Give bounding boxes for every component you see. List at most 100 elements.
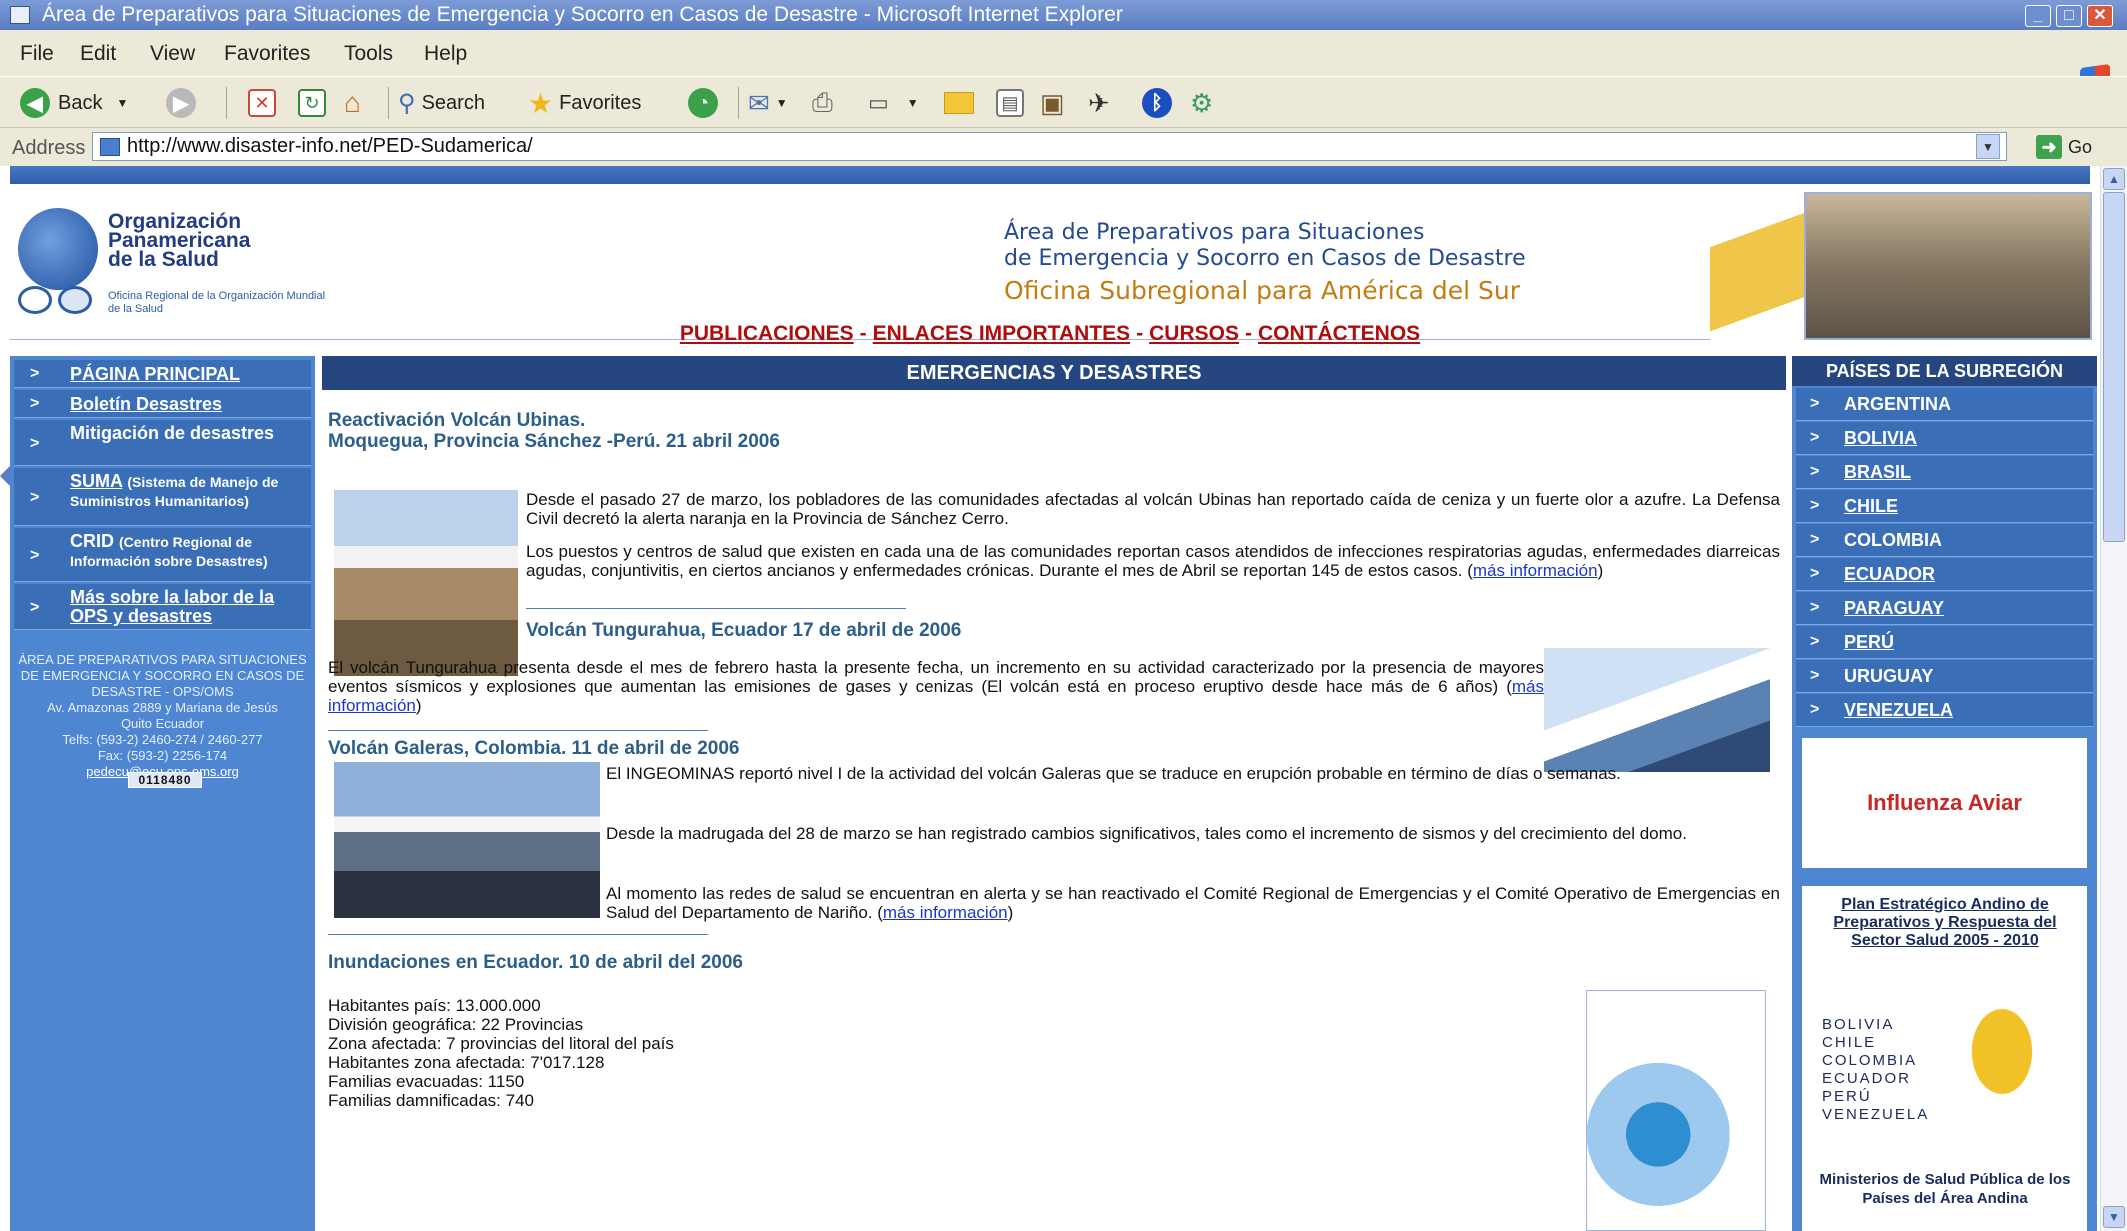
ops-globe-logo	[18, 208, 98, 290]
country-label[interactable]: ECUADOR	[1844, 564, 1935, 584]
menu-view[interactable]: View	[150, 42, 195, 66]
chevron-right-icon: >	[1810, 633, 1820, 650]
sidebar-item-pagina-principal[interactable]: > PÁGINA PRINCIPAL	[14, 360, 311, 388]
sidebar-item-mas-labor[interactable]: > Más sobre la labor de la OPS y desastr…	[14, 584, 311, 630]
plan-andino-banner[interactable]: Plan Estratégico Andino de Preparativos …	[1802, 886, 2087, 1231]
messenger-icon: ✈	[1088, 87, 1110, 118]
country-peru[interactable]: > PERÚ	[1796, 626, 2093, 659]
influenza-aviar-banner[interactable]: Influenza Aviar	[1802, 738, 2087, 868]
sidebar-item-label[interactable]: SUMA	[70, 471, 122, 491]
nav-enlaces[interactable]: ENLACES IMPORTANTES	[873, 322, 1130, 345]
news3-title: Volcán Galeras, Colombia. 11 de abril de…	[328, 738, 740, 759]
search-button[interactable]: ⚲ Search	[398, 85, 485, 121]
minimize-button[interactable]: _	[2025, 5, 2051, 27]
chevron-right-icon: >	[1810, 531, 1820, 548]
home-button[interactable]: ⌂	[344, 85, 361, 121]
bluetooth-icon: ᛒ	[1142, 88, 1172, 118]
messenger-button[interactable]: ✈	[1088, 85, 1110, 121]
research-button[interactable]: ▣	[1040, 85, 1065, 121]
mail-icon: ✉	[748, 87, 770, 118]
country-uruguay[interactable]: > URUGUAY	[1796, 660, 2093, 693]
folder-button[interactable]	[944, 85, 974, 121]
mail-button[interactable]: ✉ ▼	[748, 85, 788, 121]
scroll-down-icon[interactable]: ▼	[2103, 1206, 2125, 1228]
org-subtitle: Oficina Regional de la Organización Mund…	[108, 290, 326, 315]
favorites-button[interactable]: ★ Favorites	[528, 85, 641, 121]
site-header: Organización Panamericana de la Salud Of…	[10, 184, 2092, 340]
country-colombia[interactable]: > COLOMBIA	[1796, 524, 2093, 557]
sidebar-item-label[interactable]: PÁGINA PRINCIPAL	[70, 364, 240, 384]
sidebar-item-suma[interactable]: > SUMA (Sistema de Manejo de Suministros…	[14, 468, 311, 526]
go-button[interactable]: ➜ Go	[2036, 134, 2092, 160]
address-dropdown-icon[interactable]: ▼	[1976, 134, 2000, 159]
nav-publicaciones[interactable]: PUBLICACIONES	[680, 322, 854, 345]
scroll-up-icon[interactable]: ▲	[2103, 168, 2125, 190]
edit-dropdown-icon[interactable]: ▼	[907, 96, 919, 110]
country-label[interactable]: BRASIL	[1844, 462, 1911, 482]
chevron-right-icon: >	[30, 395, 40, 412]
back-dropdown-icon[interactable]: ▼	[116, 96, 128, 110]
menu-help[interactable]: Help	[424, 42, 467, 66]
menu-file[interactable]: File	[20, 42, 54, 66]
sidebar-item-label[interactable]: Más sobre la labor de la OPS y desastres	[70, 587, 274, 626]
address-bar: Address ▼ ➜ Go	[0, 128, 2127, 166]
header-title-line1: Área de Preparativos para Situaciones	[1004, 220, 1425, 245]
back-button[interactable]: ◀ Back ▼	[20, 85, 128, 121]
nav-contactenos[interactable]: CONTÁCTENOS	[1258, 322, 1420, 345]
home-icon: ⌂	[344, 87, 361, 118]
who-seal-logo	[58, 286, 92, 314]
org-name: Organización Panamericana de la Salud	[108, 211, 348, 270]
country-label[interactable]: CHILE	[1844, 496, 1898, 516]
close-button[interactable]: ✕	[2087, 5, 2113, 27]
country-label[interactable]: BOLIVIA	[1844, 428, 1917, 448]
country-brasil[interactable]: > BRASIL	[1796, 456, 2093, 489]
vertical-scrollbar[interactable]: ▲ ▼	[2100, 166, 2127, 1231]
chevron-right-icon: >	[1810, 395, 1820, 412]
refresh-button[interactable]: ↻	[298, 85, 326, 121]
nav-cursos[interactable]: CURSOS	[1149, 322, 1239, 345]
tools-extra-button[interactable]: ⚙	[1190, 85, 1213, 121]
scroll-thumb[interactable]	[2103, 192, 2125, 542]
news4-fact: Familias damnificadas: 740	[328, 1091, 534, 1110]
right-sidebar: PAÍSES DE LA SUBREGIÓN > ARGENTINA > BOL…	[1792, 356, 2097, 1231]
news4-fact: Familias evacuadas: 1150	[328, 1072, 525, 1091]
history-button[interactable]: ◔	[688, 85, 718, 121]
print-button[interactable]: ⎙	[812, 85, 833, 121]
bluetooth-button[interactable]: ᛒ	[1142, 85, 1172, 121]
plan-title[interactable]: Plan Estratégico Andino de Preparativos …	[1810, 896, 2080, 950]
sidebar-item-label[interactable]: Boletín Desastres	[70, 394, 222, 414]
forward-arrow-icon: ▶	[166, 88, 196, 118]
page-button[interactable]: ▤	[996, 85, 1024, 121]
mail-dropdown-icon[interactable]: ▼	[776, 96, 788, 110]
news3-more-link[interactable]: más información	[883, 903, 1008, 922]
forward-button[interactable]: ▶	[166, 85, 196, 121]
window-titlebar: Área de Preparativos para Situaciones de…	[0, 0, 2127, 30]
news1-more-link[interactable]: más información	[1473, 561, 1598, 580]
disaster-rescue-photo	[1804, 192, 2092, 340]
country-label[interactable]: PARAGUAY	[1844, 598, 1944, 618]
news2-body: El volcán Tungurahua presenta desde el m…	[328, 658, 1544, 715]
country-chile[interactable]: > CHILE	[1796, 490, 2093, 523]
stop-button[interactable]: ✕	[248, 85, 276, 121]
menu-tools[interactable]: Tools	[344, 42, 393, 66]
edit-button[interactable]: ▭ ▼	[868, 85, 919, 121]
news4-fact: Zona afectada: 7 provincias del litoral …	[328, 1034, 674, 1053]
page-viewport: Organización Panamericana de la Salud Of…	[0, 166, 2100, 1231]
sidebar-item-mitigacion[interactable]: > Mitigación de desastres	[14, 420, 311, 466]
sidebar-item-boletin[interactable]: > Boletín Desastres	[14, 390, 311, 418]
menu-edit[interactable]: Edit	[80, 42, 116, 66]
sidebar-item-crid[interactable]: > CRID (Centro Regional de Información s…	[14, 528, 311, 582]
chevron-right-icon: >	[30, 599, 40, 616]
country-bolivia[interactable]: > BOLIVIA	[1796, 422, 2093, 455]
country-paraguay[interactable]: > PARAGUAY	[1796, 592, 2093, 625]
address-input[interactable]	[92, 132, 2007, 161]
country-label[interactable]: VENEZUELA	[1844, 700, 1953, 720]
header-top-band	[10, 166, 2090, 184]
country-label: COLOMBIA	[1844, 530, 1942, 550]
country-label[interactable]: PERÚ	[1844, 632, 1894, 652]
country-venezuela[interactable]: > VENEZUELA	[1796, 694, 2093, 727]
country-argentina[interactable]: > ARGENTINA	[1796, 388, 2093, 421]
maximize-button[interactable]: □	[2056, 5, 2082, 27]
country-ecuador[interactable]: > ECUADOR	[1796, 558, 2093, 591]
menu-favorites[interactable]: Favorites	[224, 42, 310, 66]
